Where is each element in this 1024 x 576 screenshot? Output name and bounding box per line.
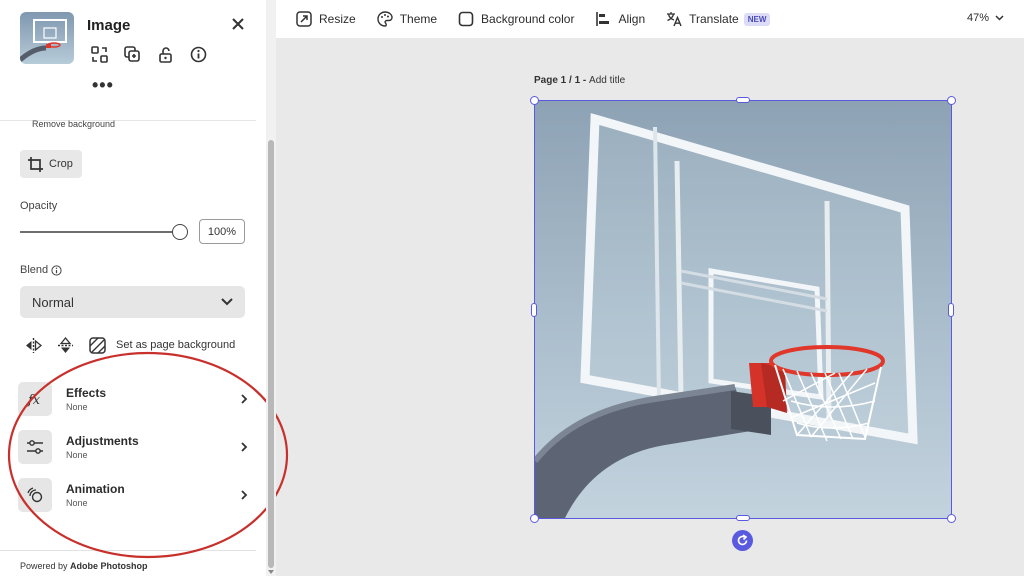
powered-brand: Adobe Photoshop — [70, 561, 148, 571]
page-number: Page 1 / 1 - — [534, 75, 590, 86]
image-thumbnail — [20, 12, 74, 64]
animation-section[interactable]: Animation None — [18, 477, 250, 513]
remove-background-label[interactable]: Remove background — [32, 119, 115, 129]
resize-button[interactable]: Resize — [296, 11, 356, 27]
powered-prefix: Powered by — [20, 561, 71, 571]
panel-title: Image — [87, 17, 131, 34]
section-subtitle: None — [66, 498, 88, 508]
blend-label-row: Blend — [20, 264, 62, 276]
crop-label: Crop — [49, 158, 73, 170]
resize-handle-top-left[interactable] — [530, 96, 539, 105]
new-badge: NEW — [743, 12, 771, 26]
rotate-icon — [737, 534, 748, 546]
top-toolbar: Resize Theme Background color Align Tran… — [276, 0, 1024, 38]
translate-button[interactable]: Translate NEW — [666, 11, 771, 27]
blend-label: Blend — [20, 264, 49, 276]
opacity-slider[interactable] — [20, 231, 180, 233]
section-subtitle: None — [66, 402, 88, 412]
crop-button[interactable]: Crop — [20, 150, 82, 178]
page-background-icon[interactable] — [88, 336, 106, 354]
align-label: Align — [618, 12, 646, 26]
opacity-label: Opacity — [20, 200, 58, 212]
info-icon[interactable] — [189, 45, 208, 64]
basketball-hoop-image — [535, 113, 918, 518]
info-icon[interactable] — [51, 264, 62, 276]
background-color-label: Background color — [481, 12, 575, 26]
unlock-icon[interactable] — [156, 45, 175, 64]
flip-vertical-icon[interactable] — [56, 336, 74, 354]
section-title: Adjustments — [66, 434, 139, 448]
canvas-image[interactable] — [535, 101, 951, 518]
page-label: Page 1 / 1 - Add title — [534, 75, 625, 86]
resize-handle-top-right[interactable] — [947, 96, 956, 105]
translate-label: Translate — [689, 12, 739, 26]
crop-icon — [28, 156, 43, 172]
opacity-slider-handle[interactable] — [172, 224, 188, 240]
animation-icon — [18, 478, 52, 512]
resize-label: Resize — [319, 12, 356, 26]
panel-scrollbar[interactable] — [266, 0, 276, 576]
resize-handle-bottom-left[interactable] — [530, 514, 539, 523]
section-title: Effects — [66, 386, 107, 400]
chevron-down-icon — [995, 15, 1004, 21]
set-page-background-label[interactable]: Set as page background — [116, 339, 235, 351]
translate-icon — [666, 11, 682, 27]
close-icon[interactable] — [231, 17, 245, 31]
chevron-right-icon — [241, 394, 248, 404]
chevron-right-icon — [241, 442, 248, 452]
section-title: Animation — [66, 482, 125, 496]
scrollbar-thumb[interactable] — [268, 140, 274, 568]
flip-horizontal-icon[interactable] — [24, 336, 42, 354]
more-options-button[interactable]: ••• — [92, 76, 114, 94]
image-tools — [90, 45, 208, 64]
align-button[interactable]: Align — [595, 11, 645, 27]
opacity-input[interactable]: 100% — [199, 219, 245, 244]
chevron-right-icon — [241, 490, 248, 500]
chevron-down-icon — [221, 298, 233, 306]
resize-icon — [296, 11, 312, 27]
divider — [0, 550, 256, 551]
rotate-button[interactable] — [732, 530, 753, 551]
duplicate-icon[interactable] — [123, 45, 142, 64]
zoom-dropdown[interactable]: 47% — [967, 12, 1004, 24]
square-outline-icon — [458, 11, 474, 27]
blend-mode-value: Normal — [32, 294, 74, 310]
background-color-button[interactable]: Background color — [458, 11, 574, 27]
scroll-down-arrow-icon[interactable] — [268, 570, 274, 574]
add-title-link[interactable]: Add title — [589, 75, 625, 86]
resize-handle-top[interactable] — [736, 97, 750, 103]
theme-button[interactable]: Theme — [376, 11, 438, 27]
adjustments-section[interactable]: Adjustments None — [18, 429, 250, 465]
effects-section[interactable]: fx Effects None — [18, 381, 250, 417]
resize-handle-left[interactable] — [531, 303, 537, 317]
zoom-value: 47% — [966, 12, 989, 24]
resize-handle-right[interactable] — [948, 303, 954, 317]
blend-mode-select[interactable]: Normal — [20, 286, 245, 318]
powered-by-footer: Powered by Adobe Photoshop — [20, 561, 148, 571]
image-actions-row: Set as page background — [24, 336, 235, 354]
sliders-icon — [18, 430, 52, 464]
fx-icon: fx — [18, 382, 52, 416]
svg-text:fx: fx — [27, 393, 41, 408]
resize-handle-bottom[interactable] — [736, 515, 750, 521]
palette-icon — [376, 11, 393, 27]
align-left-icon — [595, 11, 611, 27]
theme-label: Theme — [399, 12, 438, 26]
replace-icon[interactable] — [90, 45, 109, 64]
section-subtitle: None — [66, 450, 88, 460]
properties-panel: Image ••• Remove background Crop Opacity… — [0, 0, 289, 576]
resize-handle-bottom-right[interactable] — [947, 514, 956, 523]
